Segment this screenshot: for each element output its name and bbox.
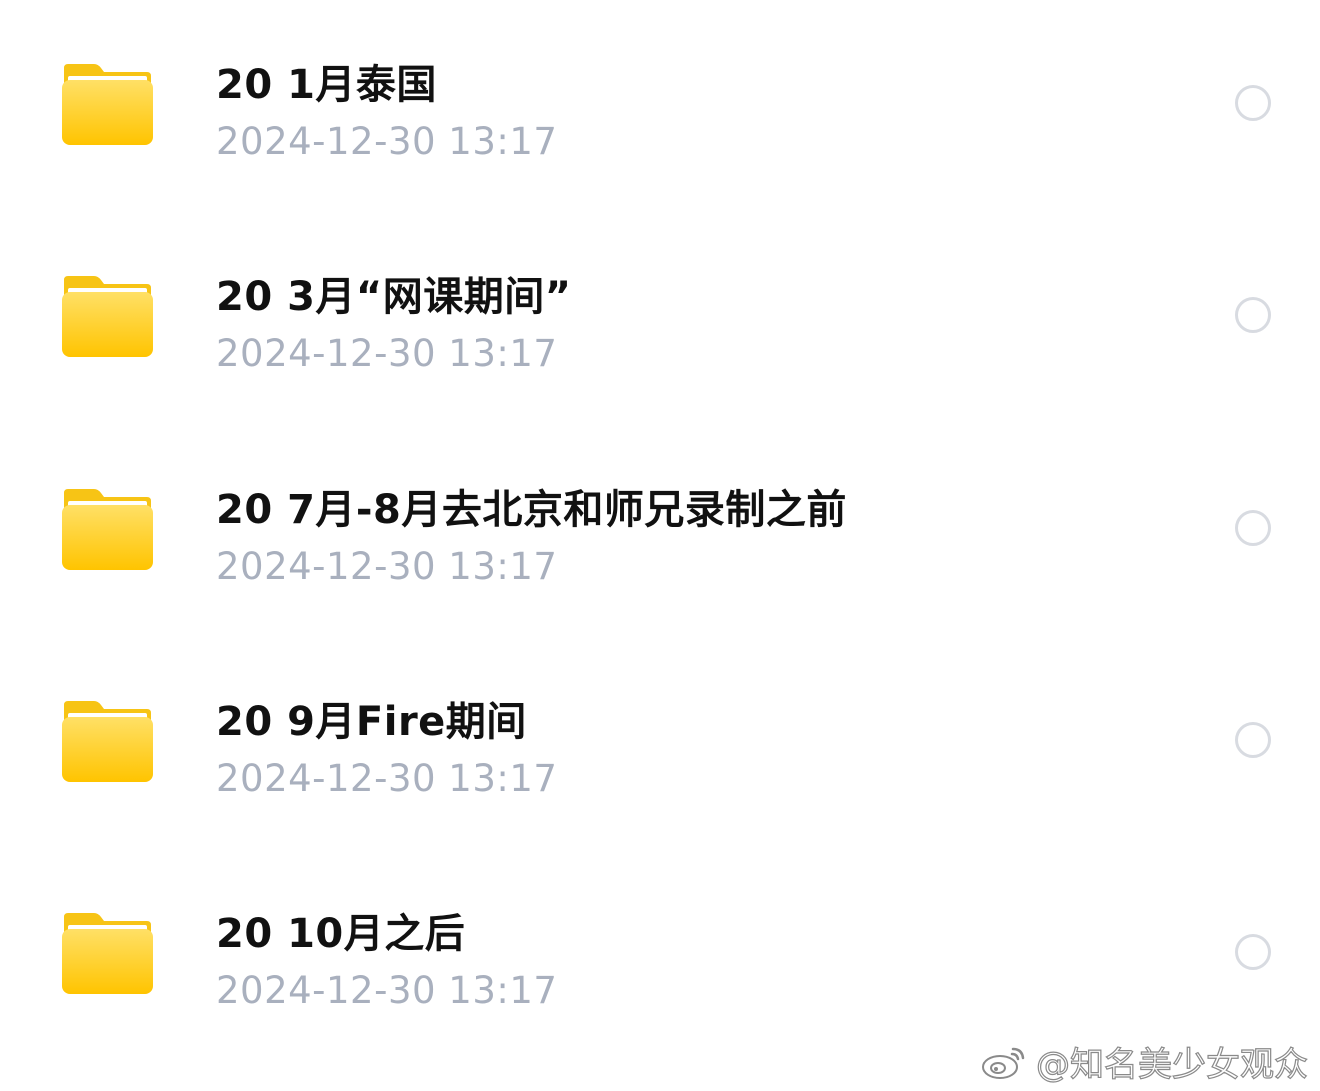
select-radio[interactable]	[1235, 510, 1271, 546]
folder-icon	[62, 911, 153, 994]
list-item[interactable]: 20 10月之后 2024-12-30 13:17	[0, 849, 1320, 1061]
weibo-icon	[980, 1041, 1028, 1081]
watermark: @知名美少女观众	[980, 1039, 1309, 1085]
modified-date: 2024-12-30 13:17	[216, 332, 558, 375]
modified-date: 2024-12-30 13:17	[216, 969, 558, 1012]
modified-date: 2024-12-30 13:17	[216, 757, 558, 800]
folder-name: 20 10月之后	[216, 911, 466, 957]
watermark-text: @知名美少女观众	[1035, 1044, 1308, 1085]
select-radio[interactable]	[1235, 722, 1271, 758]
modified-date: 2024-12-30 13:17	[216, 120, 558, 163]
folder-icon	[62, 699, 153, 782]
folder-name: 20 9月Fire期间	[216, 699, 527, 745]
select-radio[interactable]	[1235, 85, 1271, 121]
file-list: 20 1月泰国 2024-12-30 13:17 20 3月“网课期间” 202…	[0, 0, 1320, 1060]
folder-name: 20 7月-8月去北京和师兄录制之前	[216, 487, 847, 533]
folder-icon	[62, 274, 153, 357]
folder-name: 20 1月泰国	[216, 62, 437, 108]
folder-name: 20 3月“网课期间”	[216, 274, 572, 320]
modified-date: 2024-12-30 13:17	[216, 545, 558, 588]
folder-icon	[62, 487, 153, 570]
select-radio[interactable]	[1235, 934, 1271, 970]
list-item[interactable]: 20 7月-8月去北京和师兄录制之前 2024-12-30 13:17	[0, 425, 1320, 637]
list-item[interactable]: 20 1月泰国 2024-12-30 13:17	[0, 0, 1320, 212]
list-item[interactable]: 20 3月“网课期间” 2024-12-30 13:17	[0, 212, 1320, 424]
list-item[interactable]: 20 9月Fire期间 2024-12-30 13:17	[0, 637, 1320, 849]
folder-icon	[62, 62, 153, 145]
select-radio[interactable]	[1235, 297, 1271, 333]
